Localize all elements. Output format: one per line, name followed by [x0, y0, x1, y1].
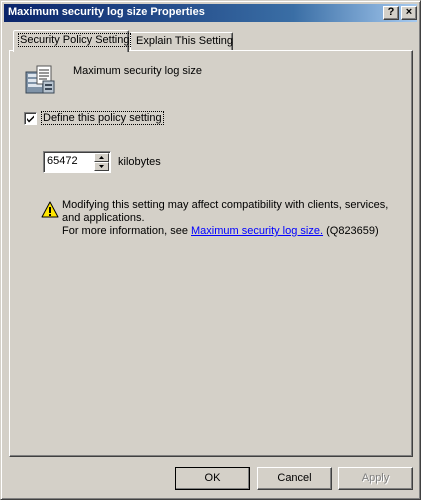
log-size-value[interactable]: 65472: [47, 155, 78, 167]
define-policy-label[interactable]: Define this policy setting: [41, 111, 164, 125]
more-info-link[interactable]: Maximum security log size.: [191, 225, 323, 237]
arrow-up-icon: [99, 156, 104, 159]
more-info-prefix: For more information, see: [62, 225, 191, 237]
arrow-down-icon: [99, 165, 104, 168]
window-title: Maximum security log size Properties: [8, 6, 205, 18]
cancel-button[interactable]: Cancel: [257, 467, 332, 490]
ok-button[interactable]: OK: [175, 467, 250, 490]
warning-icon: [41, 201, 59, 218]
define-policy-checkbox[interactable]: [24, 112, 37, 125]
properties-dialog: Maximum security log size Properties ? ×…: [0, 0, 421, 500]
checkmark-icon: [27, 115, 34, 123]
spin-up-button[interactable]: [94, 153, 109, 162]
warning-text: Modifying this setting may affect compat…: [62, 199, 389, 224]
spin-down-button[interactable]: [94, 162, 109, 171]
more-info-line: For more information, see Maximum securi…: [62, 225, 392, 238]
security-log-icon: [25, 65, 55, 94]
tab-label: Security Policy Setting: [17, 33, 132, 47]
tab-label: Explain This Setting: [136, 35, 234, 47]
apply-button[interactable]: Apply: [338, 467, 413, 490]
unit-label: kilobytes: [118, 156, 161, 168]
close-button[interactable]: ×: [401, 6, 417, 20]
log-size-spinbox[interactable]: 65472: [43, 151, 111, 173]
title-bar[interactable]: Maximum security log size Properties ? ×: [4, 4, 417, 22]
tab-explain-this-setting[interactable]: Explain This Setting: [130, 32, 233, 51]
tab-security-policy-setting[interactable]: Security Policy Setting: [13, 30, 132, 52]
kb-reference: (Q823659): [323, 225, 379, 237]
help-button[interactable]: ?: [383, 6, 399, 20]
warning-message: Modifying this setting may affect compat…: [62, 199, 392, 238]
policy-name: Maximum security log size: [73, 65, 202, 77]
